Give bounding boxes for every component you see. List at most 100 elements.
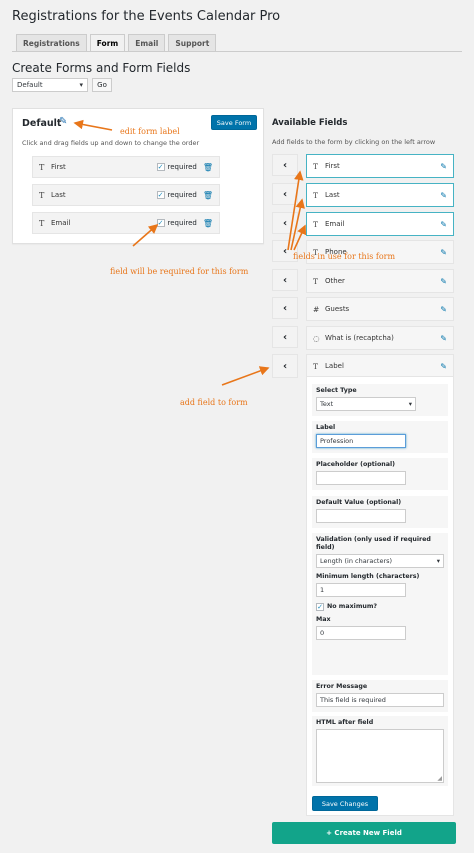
add-field-arrow-button[interactable]: ‹ <box>272 154 298 176</box>
required-checkbox[interactable]: ✓ <box>156 219 165 227</box>
default-value-input[interactable] <box>316 509 406 523</box>
label-label: Label <box>316 424 336 431</box>
save-changes-button[interactable]: Save Changes <box>312 796 378 811</box>
select-type-group: Select Type Text ▾ <box>312 384 448 416</box>
edit-form-label-icon[interactable]: ✎ <box>59 116 67 127</box>
resize-handle-icon[interactable]: ◢ <box>437 775 442 782</box>
edit-field-icon[interactable]: ✎ <box>440 220 447 229</box>
label-input-value: Profession <box>320 437 354 445</box>
text-field-icon: T <box>313 361 319 371</box>
no-maximum-checkbox[interactable]: ✓ <box>316 603 324 611</box>
validation-select[interactable]: Length (in characters) ▾ <box>316 554 444 568</box>
section-title: Create Forms and Form Fields <box>12 61 191 75</box>
form-hint: Click and drag fields up and down to cha… <box>22 139 200 147</box>
create-new-field-button[interactable]: + Create New Field <box>272 822 456 844</box>
label-input[interactable]: Profession <box>316 434 406 448</box>
required-checkbox[interactable]: ✓ <box>156 163 165 171</box>
error-message-input[interactable]: This field is required <box>316 693 444 707</box>
available-field-row: T First ✎ <box>306 154 454 178</box>
required-label: required <box>167 163 197 171</box>
form-field-name: Email <box>51 219 71 227</box>
add-field-arrow-button[interactable]: ‹ <box>272 326 298 348</box>
required-label: required <box>167 191 197 199</box>
form-field-row[interactable]: T Email ✓ required 🗑 <box>32 212 220 234</box>
tab-registrations[interactable]: Registrations <box>16 34 87 52</box>
select-type-select[interactable]: Text ▾ <box>316 397 416 411</box>
validation-group: Validation (only used if required field)… <box>312 533 448 675</box>
available-field-name: Other <box>325 277 345 285</box>
add-field-arrow-button[interactable]: ‹ <box>272 183 298 205</box>
available-field-name: Label <box>325 362 344 370</box>
default-value-group: Default Value (optional) <box>312 496 448 528</box>
available-field-name: Guests <box>325 305 350 313</box>
validation-label: Validation (only used if required field) <box>316 536 431 551</box>
text-field-icon: T <box>313 276 319 286</box>
available-field-row: T Other ✎ <box>306 269 454 293</box>
validation-value: Length (in characters) <box>320 557 393 565</box>
form-field-row[interactable]: T Last ✓ required 🗑 <box>32 184 220 206</box>
html-after-textarea[interactable]: ◢ <box>316 729 444 783</box>
error-message-label: Error Message <box>316 683 368 690</box>
text-field-icon: T <box>39 218 45 228</box>
html-after-group: HTML after field ◢ <box>312 716 448 786</box>
available-field-row: T Email ✎ <box>306 212 454 236</box>
add-field-arrow-button[interactable]: ‹ <box>272 354 298 378</box>
available-field-name: What is (recaptcha) <box>325 334 394 342</box>
available-field-name: Email <box>325 220 345 228</box>
form-label: Default <box>22 118 62 129</box>
annotation-add-field: add field to form <box>180 398 248 407</box>
chevron-down-icon: ▾ <box>436 557 440 565</box>
default-value-label: Default Value (optional) <box>316 499 402 506</box>
max-value: 0 <box>320 629 325 637</box>
text-field-icon: T <box>39 190 45 200</box>
available-field-name: Last <box>325 191 340 199</box>
available-field-row: ◌ What is (recaptcha) ✎ <box>306 326 454 350</box>
available-field-row: # Guests ✎ <box>306 297 454 321</box>
max-input[interactable]: 0 <box>316 626 406 640</box>
edit-field-icon[interactable]: ✎ <box>440 162 447 171</box>
trash-icon[interactable]: 🗑 <box>203 191 213 200</box>
placeholder-group: Placeholder (optional) <box>312 458 448 490</box>
tab-bar: Registrations Form Email Support <box>16 34 217 52</box>
go-button[interactable]: Go <box>92 78 112 92</box>
edit-field-icon[interactable]: ✎ <box>440 334 447 343</box>
tab-email[interactable]: Email <box>128 34 166 52</box>
available-field-name: First <box>325 162 340 170</box>
tab-support[interactable]: Support <box>168 34 217 52</box>
edit-field-icon[interactable]: ✎ <box>440 248 447 257</box>
required-label: required <box>167 219 197 227</box>
page-title: Registrations for the Events Calendar Pr… <box>12 9 281 24</box>
min-length-input[interactable]: 1 <box>316 583 406 597</box>
edit-field-icon[interactable]: ✎ <box>440 277 447 286</box>
placeholder-label: Placeholder (optional) <box>316 461 396 468</box>
html-after-label: HTML after field <box>316 719 374 726</box>
max-label: Max <box>316 616 331 623</box>
edit-field-icon[interactable]: ✎ <box>440 305 447 314</box>
trash-icon[interactable]: 🗑 <box>203 163 213 172</box>
edit-field-icon[interactable]: ✎ <box>440 362 447 371</box>
label-group: Label Profession <box>312 421 448 453</box>
edit-field-icon[interactable]: ✎ <box>440 191 447 200</box>
arrow-add-field <box>221 366 270 386</box>
chevron-down-icon: ▾ <box>79 81 83 89</box>
save-form-button[interactable]: Save Form <box>211 115 257 130</box>
tab-form[interactable]: Form <box>89 34 126 52</box>
select-type-label: Select Type <box>316 387 357 394</box>
chevron-down-icon: ▾ <box>408 400 412 408</box>
trash-icon[interactable]: 🗑 <box>203 219 213 228</box>
add-field-arrow-button[interactable]: ‹ <box>272 212 298 234</box>
form-select[interactable]: Default ▾ <box>12 78 88 92</box>
placeholder-input[interactable] <box>316 471 406 485</box>
text-field-icon: T <box>313 219 319 229</box>
error-message-value: This field is required <box>320 696 386 704</box>
form-field-name: Last <box>51 191 66 199</box>
form-field-row[interactable]: T First ✓ required 🗑 <box>32 156 220 178</box>
add-field-arrow-button[interactable]: ‹ <box>272 297 298 319</box>
add-field-arrow-button[interactable]: ‹ <box>272 269 298 291</box>
annotation-in-use: fields in use for this form <box>293 252 396 261</box>
form-select-value: Default <box>17 81 43 89</box>
available-field-row: T Label ✎ <box>306 354 454 378</box>
required-checkbox[interactable]: ✓ <box>156 191 165 199</box>
annotation-edit-label: edit form label <box>120 127 180 136</box>
error-message-group: Error Message This field is required <box>312 680 448 712</box>
